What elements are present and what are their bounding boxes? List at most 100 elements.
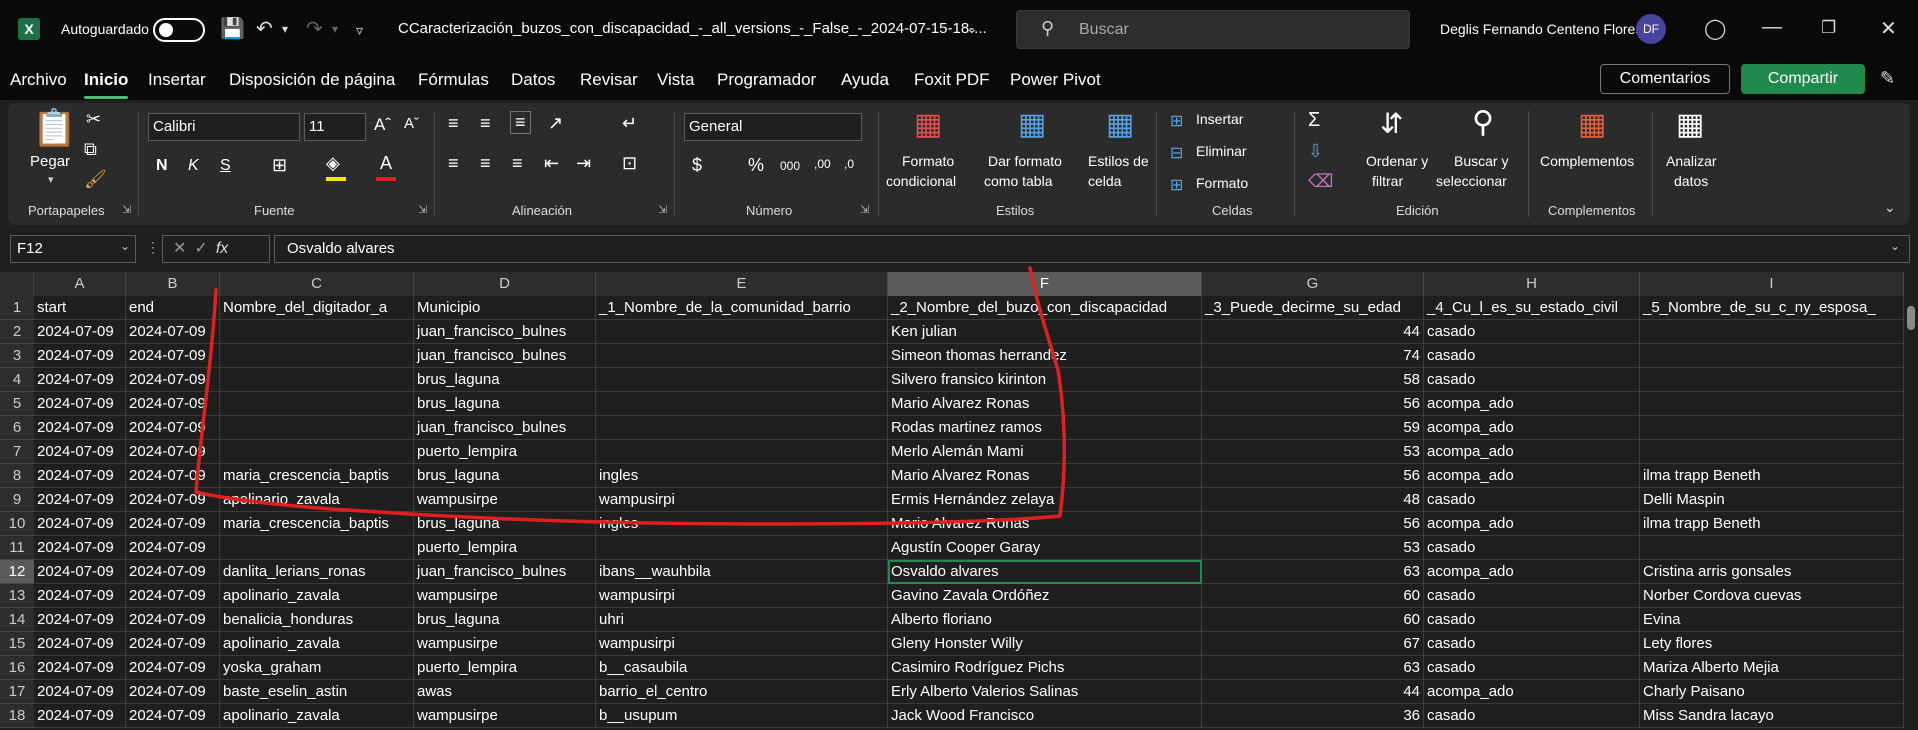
tab-insertar[interactable]: Insertar <box>148 70 206 90</box>
table-cell[interactable]: ilma trapp Beneth <box>1640 464 1904 488</box>
table-cell[interactable]: brus_laguna <box>414 608 596 632</box>
copy-icon[interactable]: ⧉ <box>84 139 97 160</box>
row-header[interactable]: 7 <box>0 440 34 464</box>
orientation-icon[interactable]: ↗ <box>548 113 563 134</box>
table-cell[interactable] <box>1640 392 1904 416</box>
column-header-f[interactable]: F <box>888 272 1202 296</box>
font-launcher-icon[interactable]: ⇲ <box>418 203 427 216</box>
table-cell[interactable]: 56 <box>1202 392 1424 416</box>
table-cell[interactable]: casado <box>1424 488 1640 512</box>
table-cell[interactable]: wampusirpe <box>414 488 596 512</box>
increase-font-icon[interactable]: Aˆ <box>374 115 391 135</box>
table-cell[interactable]: 2024-07-09 <box>126 704 220 728</box>
column-header-h[interactable]: H <box>1424 272 1640 296</box>
table-cell[interactable]: Casimiro Rodríguez Pichs <box>888 656 1202 680</box>
header-cell[interactable]: _5_Nombre_de_su_c_ny_esposa_ <box>1640 296 1904 320</box>
table-cell[interactable]: Charly Paisano <box>1640 680 1904 704</box>
row-header[interactable]: 4 <box>0 368 34 392</box>
table-cell[interactable]: Silvero fransico kirinton <box>888 368 1202 392</box>
table-cell[interactable]: casado <box>1424 344 1640 368</box>
conditional-format-label-2[interactable]: condicional <box>886 173 956 189</box>
find-select-label-2[interactable]: seleccionar <box>1436 173 1507 189</box>
vertical-scrollbar[interactable] <box>1904 296 1918 730</box>
table-cell[interactable]: Miss Sandra lacayo <box>1640 704 1904 728</box>
tab-foxit-pdf[interactable]: Foxit PDF <box>914 70 990 90</box>
clipboard-launcher-icon[interactable]: ⇲ <box>122 203 131 216</box>
table-cell[interactable]: 56 <box>1202 512 1424 536</box>
table-cell[interactable]: 2024-07-09 <box>34 680 126 704</box>
table-cell[interactable]: awas <box>414 680 596 704</box>
format-as-table-label-1[interactable]: Dar formato <box>988 153 1062 169</box>
increase-indent-icon[interactable]: ⇥ <box>576 153 591 174</box>
table-cell[interactable]: casado <box>1424 368 1640 392</box>
insert-cells-label[interactable]: Insertar <box>1196 111 1243 127</box>
table-cell[interactable]: 2024-07-09 <box>34 584 126 608</box>
table-cell[interactable]: acompa_ado <box>1424 560 1640 584</box>
table-cell[interactable]: 2024-07-09 <box>126 632 220 656</box>
analyze-data-label-1[interactable]: Analizar <box>1666 153 1717 169</box>
find-select-label-1[interactable]: Buscar y <box>1454 153 1508 169</box>
merge-center-icon[interactable]: ⊡ <box>622 153 637 174</box>
spreadsheet-grid[interactable]: A B C D E F G H I 1 start end Nombre_del_digitador_a… <box>0 270 1918 730</box>
table-cell[interactable]: 2024-07-09 <box>126 416 220 440</box>
table-cell[interactable]: wampusirpe <box>414 584 596 608</box>
conditional-format-icon[interactable]: ▦ <box>914 107 942 142</box>
table-cell[interactable] <box>220 368 414 392</box>
comments-button[interactable]: Comentarios <box>1600 64 1730 94</box>
table-cell[interactable] <box>596 416 888 440</box>
italic-icon[interactable]: K <box>188 157 199 175</box>
clear-icon[interactable]: ⌫ <box>1308 171 1333 192</box>
table-cell[interactable]: casado <box>1424 656 1640 680</box>
table-cell[interactable]: 2024-07-09 <box>34 536 126 560</box>
table-cell[interactable]: puerto_lempira <box>414 536 596 560</box>
table-cell[interactable]: 2024-07-09 <box>34 392 126 416</box>
table-cell[interactable]: wampusirpe <box>414 704 596 728</box>
table-cell[interactable]: Gavino Zavala Ordóñez <box>888 584 1202 608</box>
header-cell[interactable]: _1_Nombre_de_la_comunidad_barrio <box>596 296 888 320</box>
borders-icon[interactable]: ⊞ <box>272 155 287 176</box>
fill-icon[interactable]: ⇩ <box>1308 141 1323 162</box>
sort-filter-icon[interactable]: ⇵ <box>1380 107 1403 140</box>
table-cell[interactable]: 44 <box>1202 680 1424 704</box>
row-header[interactable]: 3 <box>0 344 34 368</box>
row-header[interactable]: 15 <box>0 632 34 656</box>
table-cell[interactable]: Rodas martinez ramos <box>888 416 1202 440</box>
table-cell[interactable]: b__usupum <box>596 704 888 728</box>
table-cell[interactable]: 63 <box>1202 656 1424 680</box>
format-cells-icon[interactable]: ⊞ <box>1170 175 1183 195</box>
table-cell[interactable]: Simeon thomas herrandez <box>888 344 1202 368</box>
align-left-icon[interactable]: ≡ <box>448 153 459 174</box>
sort-filter-label-1[interactable]: Ordenar y <box>1366 153 1428 169</box>
minimize-icon[interactable]: — <box>1762 16 1782 39</box>
table-cell[interactable]: 2024-07-09 <box>34 560 126 584</box>
tab-revisar[interactable]: Revisar <box>580 70 638 90</box>
alignment-launcher-icon[interactable]: ⇲ <box>658 203 667 216</box>
table-cell[interactable]: Mariza Alberto Mejia <box>1640 656 1904 680</box>
delete-cells-label[interactable]: Eliminar <box>1196 143 1247 159</box>
table-cell[interactable]: 60 <box>1202 608 1424 632</box>
table-cell[interactable] <box>1640 440 1904 464</box>
table-cell[interactable]: juan_francisco_bulnes <box>414 416 596 440</box>
column-header-d[interactable]: D <box>414 272 596 296</box>
column-header-a[interactable]: A <box>34 272 126 296</box>
table-cell[interactable]: 2024-07-09 <box>34 608 126 632</box>
table-cell[interactable]: wampusirpi <box>596 584 888 608</box>
conditional-format-label-1[interactable]: Formato <box>902 153 954 169</box>
row-header[interactable]: 13 <box>0 584 34 608</box>
cell-styles-label-1[interactable]: Estilos de <box>1088 153 1149 169</box>
table-cell[interactable]: Ermis Hernández zelaya <box>888 488 1202 512</box>
align-bottom-icon[interactable]: ≡ <box>510 111 531 134</box>
table-cell[interactable]: danlita_lerians_ronas <box>220 560 414 584</box>
table-cell[interactable]: maria_crescencia_baptis <box>220 512 414 536</box>
table-cell[interactable]: casado <box>1424 536 1640 560</box>
table-cell[interactable]: 36 <box>1202 704 1424 728</box>
scroll-thumb[interactable] <box>1907 306 1915 330</box>
table-cell[interactable]: casado <box>1424 584 1640 608</box>
table-cell[interactable]: 74 <box>1202 344 1424 368</box>
table-cell[interactable]: 53 <box>1202 536 1424 560</box>
row-header[interactable]: 14 <box>0 608 34 632</box>
sort-filter-label-2[interactable]: filtrar <box>1372 173 1403 189</box>
table-cell[interactable] <box>220 320 414 344</box>
table-cell[interactable]: Mario Alvarez Ronas <box>888 392 1202 416</box>
header-cell[interactable]: _4_Cu_l_es_su_estado_civil <box>1424 296 1640 320</box>
